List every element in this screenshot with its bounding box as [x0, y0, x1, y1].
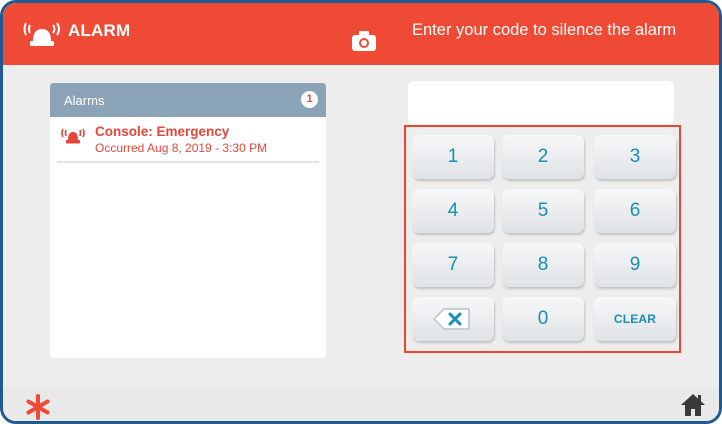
alarms-panel-header: Alarms 1 — [50, 83, 326, 117]
alarms-panel-label: Alarms — [64, 93, 105, 108]
key-8[interactable]: 8 — [502, 243, 584, 287]
home-icon[interactable] — [680, 392, 706, 418]
asterisk-icon[interactable] — [25, 394, 51, 420]
siren-icon — [23, 22, 60, 46]
key-9[interactable]: 9 — [594, 243, 676, 287]
key-6[interactable]: 6 — [594, 189, 676, 233]
keypad: 1 2 3 4 5 6 7 8 9 0 CLEAR — [404, 125, 681, 353]
footer-bar — [3, 386, 719, 421]
key-2[interactable]: 2 — [502, 135, 584, 179]
alarm-timestamp: Occurred Aug 8, 2019 - 3:30 PM — [95, 141, 268, 155]
siren-icon — [61, 128, 85, 144]
code-input[interactable] — [408, 81, 674, 124]
alarm-list-item[interactable]: Console: Emergency Occurred Aug 8, 2019 … — [57, 117, 319, 163]
silence-prompt: Enter your code to silence the alarm — [412, 21, 677, 39]
key-3[interactable]: 3 — [594, 135, 676, 179]
camera-icon[interactable] — [351, 30, 377, 52]
clear-button[interactable]: CLEAR — [594, 297, 676, 341]
key-0[interactable]: 0 — [502, 297, 584, 341]
backspace-button[interactable] — [412, 297, 494, 341]
key-1[interactable]: 1 — [412, 135, 494, 179]
key-5[interactable]: 5 — [502, 189, 584, 233]
key-7[interactable]: 7 — [412, 243, 494, 287]
app-frame: ALARM Enter your code to silence the ala… — [0, 0, 722, 424]
alarm-header: ALARM Enter your code to silence the ala… — [3, 3, 719, 65]
page-title: ALARM — [68, 21, 131, 40]
alarms-panel: Alarms 1 Console: Emergency Occurred Aug… — [50, 83, 326, 358]
alarm-count-badge: 1 — [301, 91, 318, 108]
backspace-icon — [433, 308, 470, 330]
key-4[interactable]: 4 — [412, 189, 494, 233]
alarm-name: Console: Emergency — [95, 124, 230, 139]
